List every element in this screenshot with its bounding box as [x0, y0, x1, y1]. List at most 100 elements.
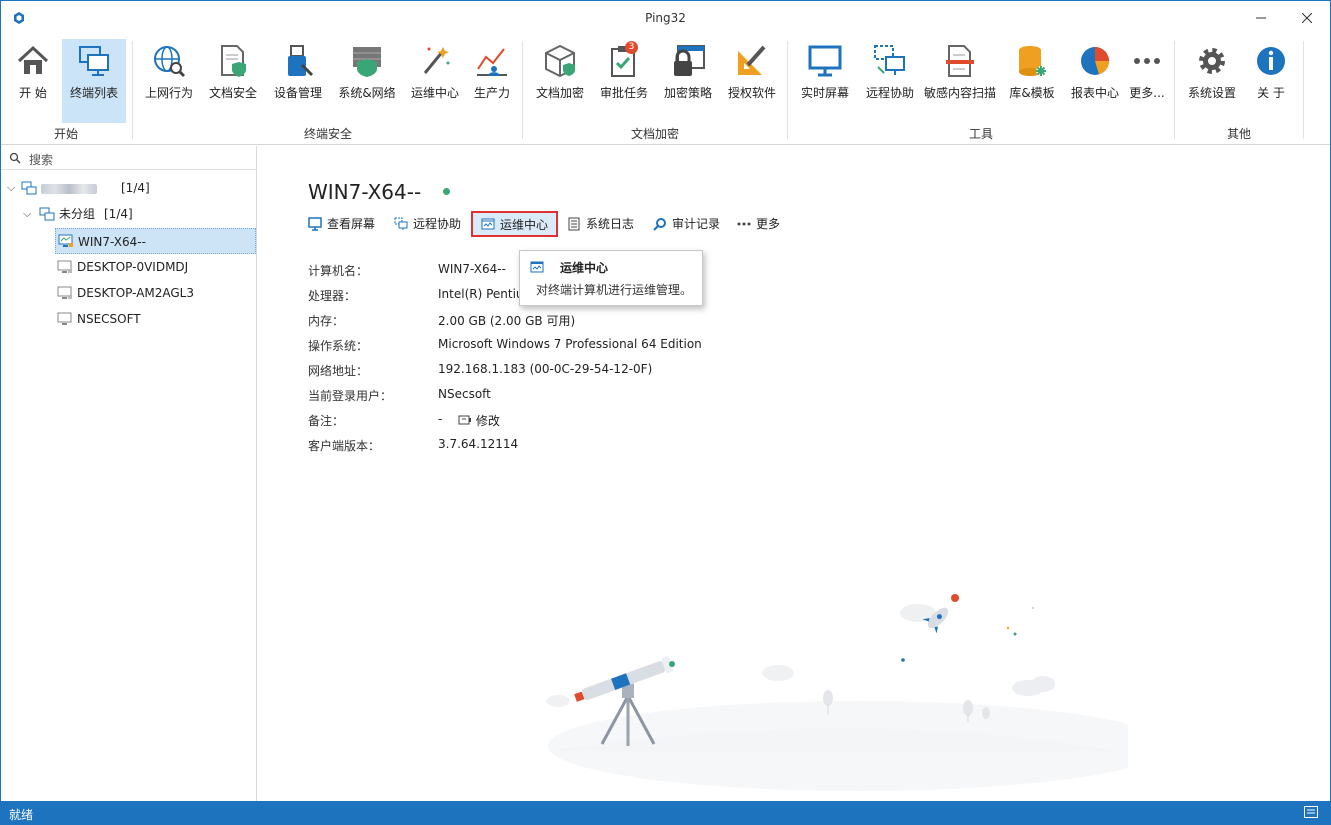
tree-computer-item[interactable]: DESKTOP-0VIDMDJ [55, 254, 256, 280]
tree-search-box[interactable]: 搜索 [1, 146, 257, 170]
ribbon-encryption-policy-button[interactable]: 加密策略 [657, 39, 719, 121]
ribbon-library-template-button[interactable]: 库&模板 [1003, 39, 1061, 121]
more-dots-icon [737, 222, 751, 226]
info-value: Microsoft Windows 7 Professional 64 Edit… [438, 337, 702, 351]
hostname-title: WIN7-X64-- [308, 180, 422, 204]
ribbon-group-other: 其他 [1226, 127, 1251, 141]
ops-center-icon [423, 47, 450, 74]
info-key: 内存： [308, 314, 345, 328]
info-key: 操作系统： [308, 339, 369, 353]
group-count: [1/4] [104, 207, 133, 221]
ribbon-realtime-screen-label: 实时屏幕 [800, 86, 849, 100]
ribbon-start-button[interactable]: 开 始 [5, 39, 61, 121]
ribbon-about-button[interactable]: 关 于 [1245, 39, 1297, 121]
group-icon [39, 207, 55, 221]
ribbon-group-start: 开始 [53, 127, 78, 141]
ops-center-icon [530, 261, 544, 273]
ribbon-ops-center-button[interactable]: 运维中心 [405, 39, 465, 121]
web-behavior-icon [154, 46, 186, 78]
ribbon-separator [132, 41, 133, 139]
info-value: - [438, 412, 443, 426]
computer-offline-icon [57, 312, 72, 325]
ribbon-group-endpoint-security: 终端安全 [303, 127, 352, 141]
tree-group-node[interactable]: ⌵ 未分组 [1/4] [1, 201, 256, 227]
tree-computer-item[interactable]: DESKTOP-AM2AGL3 [55, 280, 256, 306]
computer-offline-icon [57, 286, 72, 299]
system-log-label: 系统日志 [586, 217, 635, 231]
tree-computer-item[interactable]: WIN7-X64-- [55, 228, 256, 254]
tree-root-node[interactable]: ⌵ [1/4] [1, 175, 256, 201]
ribbon-realtime-screen-button[interactable]: 实时屏幕 [795, 39, 855, 121]
info-value: NSecsoft [438, 387, 491, 401]
ribbon-productivity-label: 生产力 [473, 86, 510, 100]
info-value: WIN7-X64-- [438, 262, 506, 276]
document-encryption-icon [545, 44, 575, 78]
app-window: Ping32 开 始 终端列表 开始 上网行为 文档安全 设备管理 系统&网络 … [0, 0, 1331, 825]
ops-center-button[interactable]: 运维中心 [471, 211, 558, 237]
ribbon-more-button[interactable]: 更多... [1127, 39, 1167, 121]
system-log-icon [568, 217, 580, 231]
computer-name: NSECSOFT [77, 312, 141, 326]
ribbon-terminal-list-label: 终端列表 [69, 86, 118, 100]
ribbon-remote-assist-label: 远程协助 [865, 86, 914, 100]
ribbon-approval-task-button[interactable]: 3 审批任务 [595, 39, 653, 121]
computer-detail-panel: WIN7-X64-- 查看屏幕 远程协助 运维中心 系统日志 审计记录 更多 计… [258, 146, 1330, 801]
ribbon-terminal-list-button[interactable]: 终端列表 [62, 39, 126, 123]
ribbon-start-label: 开 始 [19, 86, 47, 100]
ribbon-ops-center-label: 运维中心 [410, 86, 459, 100]
info-key: 计算机名： [308, 264, 369, 278]
minimize-button[interactable] [1238, 1, 1284, 35]
terminal-list-icon [79, 46, 109, 76]
ribbon-document-security-button[interactable]: 文档安全 [202, 39, 264, 121]
online-status-dot [443, 188, 450, 195]
productivity-icon [477, 48, 507, 76]
ribbon-report-center-button[interactable]: 报表中心 [1065, 39, 1125, 121]
tree-computer-item[interactable]: NSECSOFT [55, 306, 256, 332]
ops-center-icon [481, 218, 495, 230]
ribbon-separator [1174, 41, 1175, 139]
system-network-icon [353, 47, 381, 77]
network-group-icon [21, 181, 37, 195]
ribbon-separator [522, 41, 523, 139]
window-title: Ping32 [645, 11, 686, 25]
more-icon [1134, 58, 1160, 64]
ribbon-authorized-software-button[interactable]: 授权软件 [721, 39, 783, 121]
chevron-down-icon[interactable]: ⌵ [7, 175, 19, 201]
ribbon-device-management-button[interactable]: 设备管理 [267, 39, 329, 121]
view-screen-icon [308, 217, 322, 231]
ribbon-report-center-label: 报表中心 [1070, 86, 1119, 100]
root-count: [1/4] [121, 181, 150, 195]
remark-edit-button[interactable]: 修改 [458, 412, 500, 429]
info-value: 2.00 GB (2.00 GB 可用) [438, 314, 576, 328]
terminal-tree-sidebar: 搜索 ⌵ [1/4] ⌵ 未分组 [1/4] WIN7-X64-- DESKTO… [1, 146, 257, 801]
computer-name: DESKTOP-AM2AGL3 [77, 286, 195, 300]
ribbon-system-network-label: 系统&网络 [338, 86, 396, 100]
ribbon-sensitive-scan-button[interactable]: 敏感内容扫描 [921, 39, 999, 121]
ribbon-productivity-button[interactable]: 生产力 [467, 39, 517, 121]
about-icon [1257, 47, 1285, 75]
ribbon-device-management-label: 设备管理 [273, 86, 322, 100]
chevron-down-icon[interactable]: ⌵ [23, 201, 35, 227]
remote-assist-icon [874, 45, 905, 75]
ribbon-web-behavior-label: 上网行为 [144, 86, 193, 100]
sensitive-scan-icon [946, 45, 974, 77]
ribbon-group-tools: 工具 [968, 127, 993, 141]
close-button[interactable] [1284, 1, 1330, 35]
audit-record-label: 审计记录 [672, 217, 721, 231]
search-input[interactable]: 搜索 [29, 151, 53, 168]
remote-assist-icon [394, 217, 408, 230]
close-icon [1302, 13, 1312, 23]
ribbon-settings-button[interactable]: 系统设置 [1182, 39, 1242, 121]
ribbon-document-encryption-button[interactable]: 文档加密 [529, 39, 591, 121]
realtime-screen-icon [808, 45, 842, 77]
ribbon-remote-assist-button[interactable]: 远程协助 [859, 39, 921, 121]
approval-task-badge: 3 [625, 41, 638, 54]
computer-name: WIN7-X64-- [78, 235, 146, 249]
notification-icon[interactable] [1304, 806, 1318, 818]
ribbon-system-network-button[interactable]: 系统&网络 [332, 39, 402, 121]
edit-icon [458, 415, 471, 425]
remote-assist-label: 远程协助 [413, 217, 462, 231]
ribbon-web-behavior-button[interactable]: 上网行为 [138, 39, 200, 121]
document-security-icon [221, 45, 246, 77]
status-text: 就绪 [9, 808, 34, 822]
